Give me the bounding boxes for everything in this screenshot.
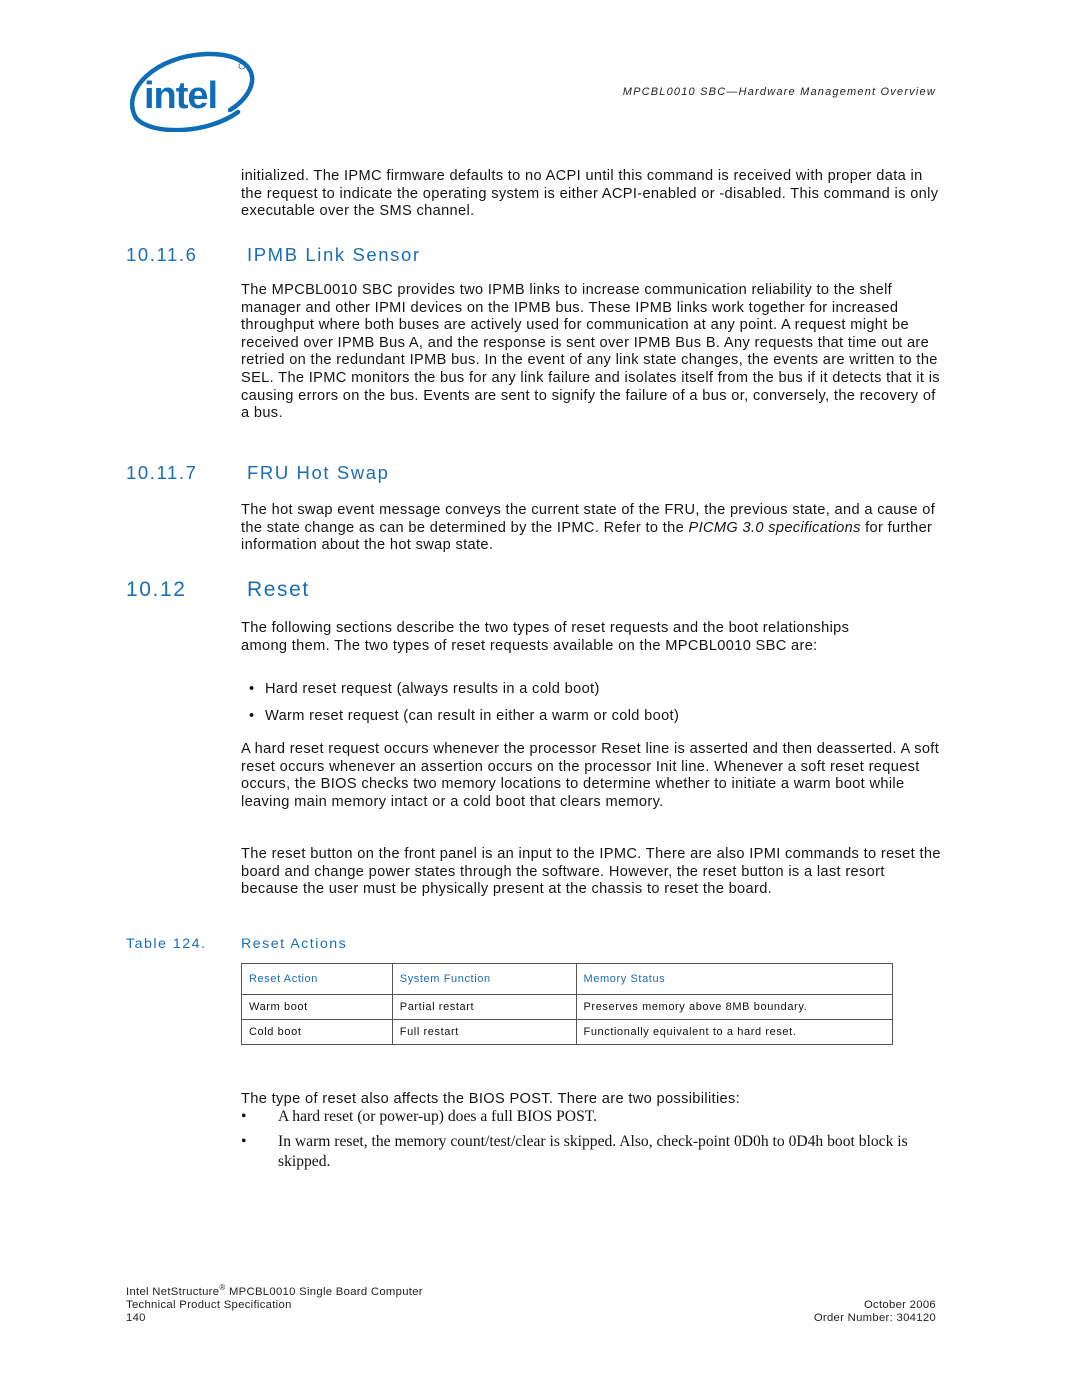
section-number: 10.12 [126, 578, 187, 601]
footer-date: October 2006 [863, 1299, 936, 1311]
bios-post-paragraph: The type of reset also affects the BIOS … [241, 1091, 741, 1107]
table-cell: Preserves memory above 8MB boundary. [575, 994, 893, 1020]
section-number: 10.11.6 [126, 244, 198, 265]
table-cell: Functionally equivalent to a hard reset. [575, 1019, 893, 1045]
list-item: Hard reset request (always results in a … [245, 681, 925, 699]
ipmb-paragraph: The MPCBL0010 SBC provides two IPMB link… [241, 282, 940, 422]
footer-left: Intel NetStructure® MPCBL0010 Single Boa… [126, 1284, 423, 1325]
section-title: Reset [247, 578, 310, 601]
table-header-cell: System Function [391, 963, 577, 995]
footer-order-number: Order Number: 304120 [813, 1312, 936, 1324]
footer-product: Intel NetStructure® MPCBL0010 Single Boa… [126, 1284, 423, 1299]
section-heading-ipmb-link-sensor: 10.11.6 IPMB Link Sensor [126, 244, 726, 268]
intel-logo: intel [126, 50, 256, 133]
product-model: MPCBL0010 Single Board Computer [225, 1286, 423, 1298]
section-heading-fru-hot-swap: 10.11.7 FRU Hot Swap [126, 462, 726, 486]
section-title: FRU Hot Swap [247, 462, 390, 483]
list-item: A hard reset (or power-up) does a full B… [241, 1107, 941, 1128]
table-header-cell: Reset Action [241, 963, 393, 995]
reset-actions-table: Reset Action System Function Memory Stat… [241, 963, 893, 1045]
fru-hot-swap-paragraph: The hot swap event message conveys the c… [241, 502, 941, 555]
intro-paragraph: initialized. The IPMC firmware defaults … [241, 168, 939, 220]
table-row: Cold boot Full restart Functionally equi… [241, 1019, 893, 1045]
section-number: 10.11.7 [126, 462, 198, 483]
footer-doc-type: Technical Product Specification [126, 1299, 292, 1311]
svg-text:intel: intel [144, 75, 217, 117]
list-item: Warm reset request (can result in either… [245, 708, 925, 726]
hard-reset-paragraph: A hard reset request occurs whenever the… [241, 741, 940, 810]
product-name: Intel NetStructure [126, 1286, 220, 1298]
table-cell: Full restart [391, 1019, 577, 1045]
table-number: Table 124. [126, 936, 207, 952]
list-item: In warm reset, the memory count/test/cle… [241, 1132, 941, 1173]
table-cell: Partial restart [391, 994, 577, 1020]
picmg-spec-reference: PICMG 3.0 specifications [688, 519, 861, 536]
table-cell: Cold boot [241, 1019, 393, 1045]
section-title: IPMB Link Sensor [247, 244, 421, 265]
intel-logo-icon: intel [129, 51, 255, 133]
table-title: Reset Actions [241, 936, 348, 952]
reset-types-list: Hard reset request (always results in a … [245, 681, 925, 725]
section-heading-reset: 10.12 Reset [126, 578, 726, 606]
reset-intro-paragraph: The following sections describe the two … [241, 620, 850, 654]
page-number: 140 [126, 1312, 146, 1324]
table-row: Warm boot Partial restart Preserves memo… [241, 994, 893, 1020]
table-caption: Table 124. Reset Actions [126, 936, 346, 952]
footer-right: October 2006 Order Number: 304120 [814, 1299, 936, 1325]
table-header-row: Reset Action System Function Memory Stat… [241, 963, 893, 995]
running-header: MPCBL0010 SBC—Hardware Management Overvi… [622, 86, 936, 98]
reset-button-paragraph: The reset button on the front panel is a… [241, 846, 941, 898]
bios-post-list: A hard reset (or power-up) does a full B… [241, 1107, 941, 1177]
table-cell: Warm boot [241, 994, 393, 1020]
table-header-cell: Memory Status [575, 963, 893, 995]
